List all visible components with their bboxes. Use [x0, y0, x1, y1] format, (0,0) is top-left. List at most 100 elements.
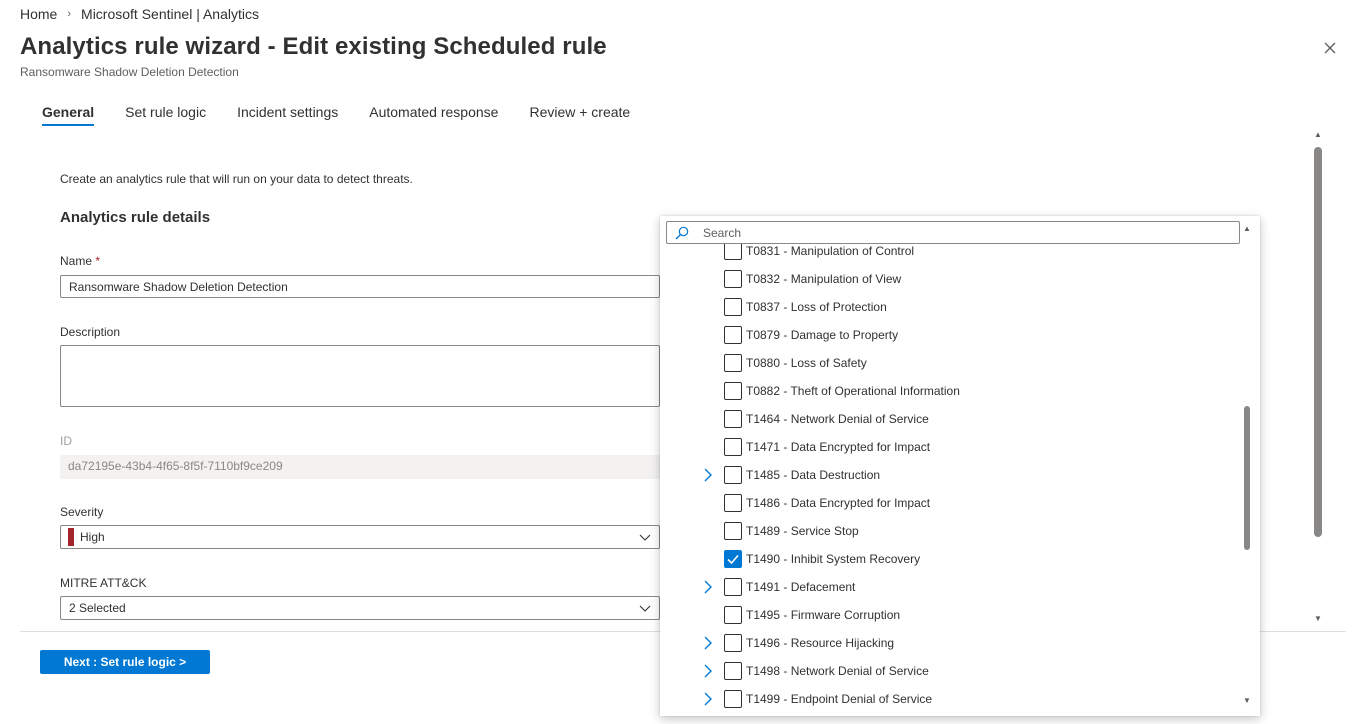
- mitre-dropdown-panel: T0831 - Manipulation of Control T0832 - M…: [660, 216, 1260, 716]
- mitre-dropdown[interactable]: 2 Selected: [60, 596, 660, 620]
- mitre-technique-item[interactable]: T1489 - Service Stop: [660, 517, 1245, 545]
- technique-checkbox[interactable]: [724, 690, 742, 708]
- technique-label: T1490 - Inhibit System Recovery: [746, 552, 921, 566]
- mitre-technique-item[interactable]: T0837 - Loss of Protection: [660, 293, 1245, 321]
- technique-checkbox[interactable]: [724, 494, 742, 512]
- id-field: da72195e-43b4-4f65-8f5f-7110bf9ce209: [60, 455, 660, 479]
- technique-checkbox[interactable]: [724, 270, 742, 288]
- scroll-down-icon[interactable]: ▼: [1243, 696, 1251, 705]
- technique-label: T0837 - Loss of Protection: [746, 300, 887, 314]
- technique-checkbox[interactable]: [724, 634, 742, 652]
- severity-label: Severity: [60, 505, 104, 519]
- technique-checkbox[interactable]: [724, 522, 742, 540]
- severity-dropdown[interactable]: High: [60, 525, 660, 549]
- more-options-button[interactable]: ...: [592, 38, 607, 54]
- required-mark: *: [95, 254, 101, 268]
- wizard-tabs: General Set rule logic Incident settings…: [30, 102, 649, 126]
- technique-label: T0831 - Manipulation of Control: [746, 244, 915, 258]
- page-title: Analytics rule wizard - Edit existing Sc…: [20, 33, 607, 60]
- mitre-label: MITRE ATT&CK: [60, 576, 147, 590]
- technique-label: T1495 - Firmware Corruption: [746, 608, 901, 622]
- name-label: Name *: [60, 254, 100, 268]
- chevron-down-icon: [639, 534, 651, 541]
- id-label: ID: [60, 434, 72, 448]
- technique-label: T0882 - Theft of Operational Information: [746, 384, 960, 398]
- technique-label: T0832 - Manipulation of View: [746, 272, 902, 286]
- mitre-technique-item[interactable]: T1496 - Resource Hijacking: [660, 629, 1245, 657]
- tab-incident-settings[interactable]: Incident settings: [225, 102, 350, 126]
- technique-label: T0880 - Loss of Safety: [746, 356, 867, 370]
- technique-checkbox[interactable]: [724, 662, 742, 680]
- technique-label: T1464 - Network Denial of Service: [746, 412, 929, 426]
- mitre-technique-item[interactable]: T1491 - Defacement: [660, 573, 1245, 601]
- technique-checkbox[interactable]: [724, 298, 742, 316]
- mitre-technique-item[interactable]: T1490 - Inhibit System Recovery: [660, 545, 1245, 573]
- description-label: Description: [60, 325, 121, 339]
- chevron-right-icon[interactable]: [702, 467, 714, 483]
- chevron-down-icon: [639, 605, 651, 612]
- mitre-value: 2 Selected: [69, 601, 126, 615]
- mitre-technique-item[interactable]: T0882 - Theft of Operational Information: [660, 377, 1245, 405]
- technique-checkbox[interactable]: [724, 550, 742, 568]
- technique-checkbox[interactable]: [724, 410, 742, 428]
- chevron-right-icon[interactable]: [702, 579, 714, 595]
- page-subtitle: Ransomware Shadow Deletion Detection: [20, 65, 239, 79]
- mitre-technique-item[interactable]: T1486 - Data Encrypted for Impact: [660, 489, 1245, 517]
- dropdown-scrollbar[interactable]: ▲ ▼: [1242, 224, 1252, 710]
- technique-checkbox[interactable]: [724, 438, 742, 456]
- page-scrollbar[interactable]: ▲ ▼: [1313, 130, 1323, 625]
- breadcrumb: Home › Microsoft Sentinel | Analytics: [20, 6, 259, 22]
- technique-checkbox[interactable]: [724, 606, 742, 624]
- technique-checkbox[interactable]: [724, 326, 742, 344]
- scroll-up-icon[interactable]: ▲: [1314, 130, 1322, 139]
- intro-text: Create an analytics rule that will run o…: [60, 172, 413, 186]
- breadcrumb-analytics-link[interactable]: Microsoft Sentinel | Analytics: [81, 6, 259, 22]
- search-icon: [675, 226, 689, 239]
- next-button[interactable]: Next : Set rule logic >: [40, 650, 210, 674]
- search-input[interactable]: [703, 225, 1203, 240]
- checkmark-icon: [727, 554, 739, 565]
- technique-label: T1471 - Data Encrypted for Impact: [746, 440, 931, 454]
- technique-label: T1486 - Data Encrypted for Impact: [746, 496, 931, 510]
- mitre-technique-item[interactable]: T1499 - Endpoint Denial of Service: [660, 685, 1245, 713]
- description-field[interactable]: [60, 345, 660, 407]
- tab-review-create[interactable]: Review + create: [517, 102, 642, 126]
- technique-label: T1489 - Service Stop: [746, 524, 859, 538]
- scroll-down-icon[interactable]: ▼: [1314, 614, 1322, 623]
- name-field[interactable]: Ransomware Shadow Deletion Detection: [60, 275, 660, 298]
- mitre-search-box[interactable]: [666, 221, 1240, 244]
- technique-checkbox[interactable]: [724, 354, 742, 372]
- close-button[interactable]: [1320, 38, 1340, 58]
- technique-label: T1499 - Endpoint Denial of Service: [746, 692, 933, 706]
- severity-color-indicator: [68, 528, 74, 546]
- mitre-technique-item[interactable]: T1498 - Network Denial of Service: [660, 657, 1245, 685]
- mitre-technique-item[interactable]: T0832 - Manipulation of View: [660, 265, 1245, 293]
- mitre-technique-item[interactable]: T1495 - Firmware Corruption: [660, 601, 1245, 629]
- tab-general[interactable]: General: [30, 102, 106, 126]
- technique-checkbox[interactable]: [724, 466, 742, 484]
- chevron-right-icon[interactable]: [702, 635, 714, 651]
- tab-automated-response[interactable]: Automated response: [357, 102, 510, 126]
- dropdown-scrollbar-thumb[interactable]: [1244, 406, 1250, 550]
- mitre-technique-item[interactable]: T1464 - Network Denial of Service: [660, 405, 1245, 433]
- mitre-technique-item[interactable]: T0880 - Loss of Safety: [660, 349, 1245, 377]
- page-scrollbar-thumb[interactable]: [1314, 147, 1322, 537]
- technique-label: T1498 - Network Denial of Service: [746, 664, 929, 678]
- chevron-right-icon[interactable]: [702, 691, 714, 707]
- name-label-text: Name: [60, 254, 93, 268]
- technique-label: T1496 - Resource Hijacking: [746, 636, 895, 650]
- breadcrumb-home-link[interactable]: Home: [20, 6, 57, 22]
- severity-value: High: [80, 530, 105, 544]
- technique-checkbox[interactable]: [724, 578, 742, 596]
- technique-checkbox[interactable]: [724, 242, 742, 260]
- mitre-technique-item[interactable]: T1471 - Data Encrypted for Impact: [660, 433, 1245, 461]
- chevron-right-icon: ›: [67, 8, 72, 20]
- mitre-technique-item[interactable]: T0879 - Damage to Property: [660, 321, 1245, 349]
- mitre-technique-item[interactable]: T1485 - Data Destruction: [660, 461, 1245, 489]
- chevron-right-icon[interactable]: [702, 663, 714, 679]
- tab-set-rule-logic[interactable]: Set rule logic: [113, 102, 218, 126]
- technique-label: T1485 - Data Destruction: [746, 468, 881, 482]
- technique-checkbox[interactable]: [724, 382, 742, 400]
- technique-label: T1491 - Defacement: [746, 580, 856, 594]
- scroll-up-icon[interactable]: ▲: [1243, 224, 1251, 233]
